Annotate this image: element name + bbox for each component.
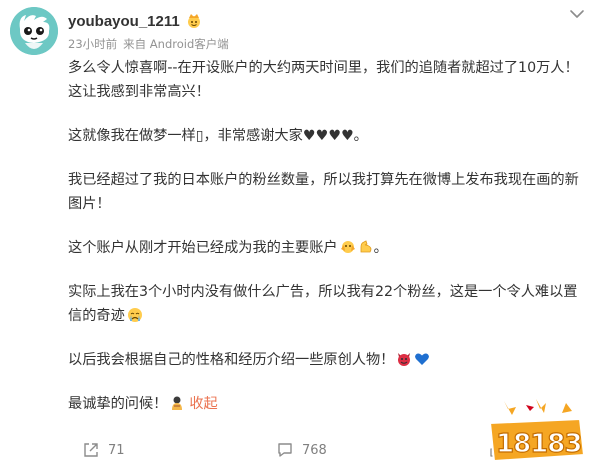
repost-button[interactable]: 71 bbox=[82, 441, 125, 459]
post-paragraph: 实际上我在3个小时内没有做什么广告，所以我有22个粉丝，这是一个令人难以置信的奇… bbox=[68, 284, 578, 324]
post-source: 来自 Android客户端 bbox=[123, 37, 229, 51]
post-paragraph: 多么令人惊喜啊--在开设账户的大约两天时间里，我们的追随者就超过了10万人！这让… bbox=[68, 60, 579, 100]
hands-emoji-icon bbox=[340, 239, 356, 255]
post-paragraph: 我已经超过了我的日本账户的粉丝数量，所以我打算先在微博上发布我现在画的新图片！ bbox=[68, 172, 579, 212]
chevron-down-icon[interactable] bbox=[568, 6, 586, 20]
avatar[interactable] bbox=[10, 7, 58, 55]
crown-emoji-icon bbox=[186, 13, 202, 29]
collapse-link[interactable]: 收起 bbox=[189, 396, 217, 412]
post-meta: 23小时前 来自 Android客户端 bbox=[68, 36, 229, 52]
username-row: youbayou_1211 bbox=[68, 10, 202, 32]
repost-count: 71 bbox=[108, 442, 125, 458]
comment-button[interactable]: 768 bbox=[276, 441, 327, 459]
post-paragraph: 这就像我在做梦一样▯，非常感谢大家♥♥♥♥。 bbox=[68, 128, 368, 144]
post-paragraph: 以后我会根据自己的性格和经历介绍一些原创人物！ bbox=[68, 348, 588, 372]
weibo-post: youbayou_1211 23小时前 来自 Android客户端 多么令人惊喜… bbox=[0, 0, 600, 473]
blue-heart-icon bbox=[414, 351, 430, 367]
comment-icon bbox=[276, 441, 294, 459]
repost-icon bbox=[82, 441, 100, 459]
post-time: 23小时前 bbox=[68, 37, 118, 51]
comment-count: 768 bbox=[302, 442, 327, 458]
post-paragraph: 这个账户从刚才开始已经成为我的主要账户。 bbox=[68, 239, 388, 256]
username[interactable]: youbayou_1211 bbox=[68, 13, 180, 30]
svg-text:18183: 18183 bbox=[496, 429, 581, 459]
watermark-logo: 18183 bbox=[486, 397, 586, 469]
crying-emoji-icon bbox=[127, 307, 143, 323]
devil-emoji-icon bbox=[396, 351, 412, 367]
muscle-emoji-icon bbox=[358, 239, 374, 255]
bowing-emoji-icon bbox=[169, 395, 185, 411]
post-content: 多么令人惊喜啊--在开设账户的大约两天时间里，我们的追随者就超过了10万人！这让… bbox=[68, 56, 588, 416]
